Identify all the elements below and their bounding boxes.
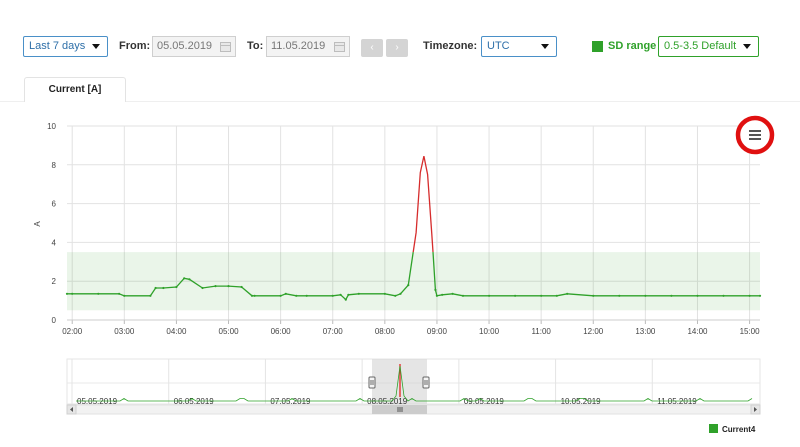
- data-point: [748, 294, 751, 297]
- data-point: [434, 288, 437, 291]
- data-point: [555, 294, 558, 297]
- data-point: [339, 293, 342, 296]
- data-point: [722, 294, 725, 297]
- x-tick-label: 12:00: [583, 327, 604, 336]
- x-tick-label: 06:00: [271, 327, 292, 336]
- y-axis-ticks: 0 2 4 6 8 10: [47, 122, 56, 325]
- data-point: [154, 286, 157, 290]
- navigator-scrollbar[interactable]: [66, 404, 761, 415]
- x-tick-label: 15:00: [740, 327, 761, 336]
- data-point: [295, 294, 298, 297]
- data-point: [357, 292, 360, 295]
- y-axis-label: A: [33, 221, 42, 227]
- data-point: [566, 292, 569, 295]
- data-point: [488, 294, 491, 297]
- hamburger-menu-icon[interactable]: [749, 130, 761, 140]
- y-tick-label: 2: [52, 277, 57, 286]
- data-point: [305, 294, 308, 297]
- data-point: [461, 294, 465, 297]
- data-point: [540, 294, 543, 297]
- data-point: [188, 278, 191, 281]
- x-tick-label: 13:00: [635, 327, 656, 336]
- data-point: [394, 294, 397, 297]
- x-tick-label: 11:00: [531, 327, 551, 336]
- data-point: [383, 292, 386, 295]
- y-tick-label: 10: [47, 122, 56, 131]
- data-point: [118, 292, 121, 295]
- data-point: [279, 294, 282, 297]
- data-point: [592, 294, 595, 297]
- data-point: [618, 294, 621, 297]
- data-point: [758, 294, 762, 297]
- data-point: [162, 286, 165, 290]
- data-point: [451, 292, 454, 295]
- legend-item-current4[interactable]: Current4: [709, 424, 755, 435]
- sd-range-band: [67, 252, 760, 311]
- data-point: [175, 285, 178, 289]
- data-point: [240, 285, 243, 289]
- current-chart: 0 2 4 6 8 10 02:00 03:00 04:00 05:00 06:00 07:00 08…: [33, 115, 775, 415]
- data-point: [201, 286, 204, 290]
- x-tick-label: 08:00: [375, 327, 396, 336]
- x-tick-label: 10:00: [479, 327, 500, 336]
- y-tick-label: 0: [52, 316, 57, 325]
- data-point: [347, 293, 350, 296]
- range-navigator[interactable]: 05.05.2019 06.05.2019 07.05.2019 08.05.2019…: [66, 358, 761, 406]
- data-point: [514, 294, 517, 297]
- data-point: [149, 294, 152, 297]
- data-point: [123, 294, 126, 297]
- data-point: [407, 284, 410, 287]
- data-point: [250, 294, 254, 297]
- y-tick-label: 8: [52, 161, 57, 170]
- x-tick-label: 14:00: [687, 327, 708, 336]
- navigator-right-handle[interactable]: [422, 376, 430, 389]
- x-tick-label: 03:00: [114, 327, 135, 336]
- data-point: [284, 292, 287, 295]
- y-tick-label: 4: [52, 238, 57, 247]
- data-point: [696, 294, 699, 297]
- data-point: [183, 277, 186, 280]
- legend-label: Current4: [722, 425, 756, 434]
- data-point: [253, 294, 256, 297]
- x-tick-label: 07:00: [323, 327, 344, 336]
- legend-swatch: [709, 424, 718, 433]
- x-tick-label: 02:00: [62, 327, 83, 336]
- data-point: [71, 292, 74, 295]
- x-tick-label: 04:00: [166, 327, 187, 336]
- data-point: [670, 294, 673, 297]
- data-point: [214, 285, 217, 288]
- chart-menu-button[interactable]: [735, 115, 775, 155]
- y-tick-label: 6: [52, 200, 57, 209]
- data-point: [644, 294, 647, 297]
- data-point: [344, 298, 347, 301]
- data-point: [441, 293, 444, 296]
- x-tick-label: 09:00: [427, 327, 448, 336]
- x-tick-label: 05:00: [219, 327, 240, 336]
- x-axis-ticks: 02:00 03:00 04:00 05:00 06:00 07:00 08:00 09:00…: [62, 327, 760, 336]
- data-point: [65, 292, 69, 295]
- data-point: [97, 292, 100, 295]
- navigator-left-handle[interactable]: [368, 376, 376, 389]
- data-point: [331, 294, 334, 297]
- data-point: [399, 292, 402, 295]
- data-point: [227, 285, 230, 288]
- data-point: [435, 294, 438, 297]
